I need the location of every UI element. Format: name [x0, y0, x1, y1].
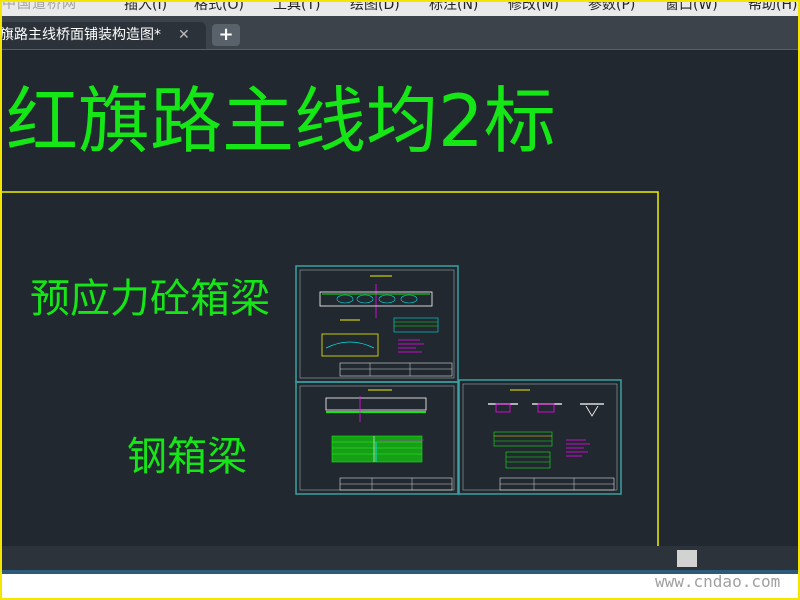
menu-insert[interactable]: 插入(I) [124, 0, 167, 12]
site-watermark: www.cndao.com [655, 572, 781, 591]
menu-modify[interactable]: 修改(M) [508, 0, 559, 12]
label-steel-box-girder: 钢箱梁 [127, 434, 247, 480]
menu-help[interactable]: 帮助(H) [748, 0, 797, 12]
drawing-sheet-3[interactable] [458, 379, 622, 495]
drawing-sheet-1[interactable] [295, 265, 459, 383]
drawing-sheet-2[interactable] [295, 381, 459, 495]
close-icon[interactable]: ✕ [178, 22, 190, 49]
logo-watermark: 中国道桥网 [2, 0, 77, 12]
menu-window[interactable]: 窗口(W) [665, 0, 718, 12]
tab-drawing[interactable]: 旗路主线桥面铺装构造图* ✕ [0, 22, 206, 49]
horizontal-scrollbar[interactable] [0, 546, 800, 570]
menu-draw[interactable]: 绘图(D) [350, 0, 400, 12]
file-tab-bar: 旗路主线桥面铺装构造图* ✕ + [0, 16, 800, 50]
menu-tools[interactable]: 工具(T) [273, 0, 320, 12]
menu-format[interactable]: 格式(O) [194, 0, 244, 12]
drawing-main-title: 红旗路主线均2标 [6, 79, 556, 163]
scrollbar-thumb[interactable] [677, 550, 697, 567]
menu-dimension[interactable]: 标注(N) [429, 0, 478, 12]
drawing-canvas[interactable]: 红旗路主线均2标 预应力砼箱梁 钢箱梁 [0, 50, 800, 546]
label-prestressed-box-girder: 预应力砼箱梁 [30, 276, 270, 322]
add-tab-button[interactable]: + [212, 24, 240, 46]
tab-label: 旗路主线桥面铺装构造图* [0, 27, 161, 43]
menu-bar: 中国道桥网 插入(I) 格式(O) 工具(T) 绘图(D) 标注(N) 修改(M… [0, 0, 800, 16]
menu-parametric[interactable]: 参数(P) [588, 0, 635, 12]
layout-frame [0, 191, 659, 546]
plus-icon: + [218, 24, 234, 45]
drawing-svg: 红旗路主线均2标 预应力砼箱梁 钢箱梁 [0, 79, 659, 546]
